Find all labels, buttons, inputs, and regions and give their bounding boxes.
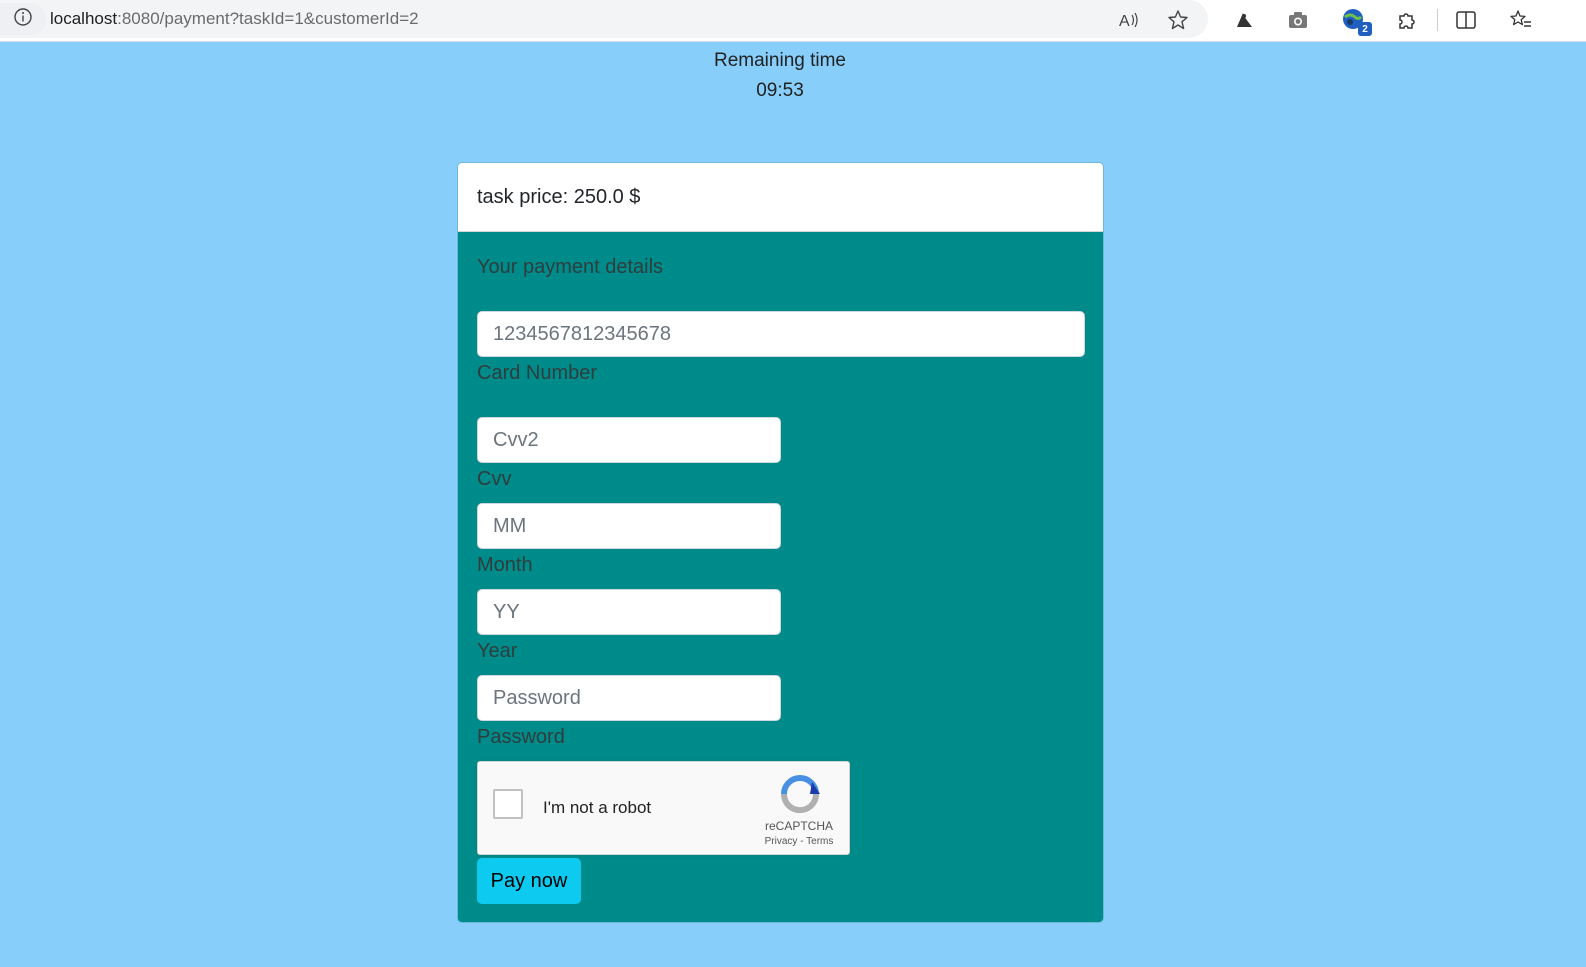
profile-globe-icon[interactable]: 2 [1340,6,1372,36]
year-label: Year [477,640,518,662]
password-input[interactable]: Password [477,675,781,721]
screenshot-camera-icon[interactable] [1284,6,1312,34]
favorites-list-icon[interactable] [1507,6,1535,34]
payment-details-title: Your payment details [477,256,664,278]
remaining-time: Remaining time 09:53 [0,46,1560,106]
read-aloud-icon[interactable]: A [1114,6,1142,34]
toolbar-divider [1437,9,1438,31]
browser-toolbar: localhost:8080/payment?taskId=1&customer… [0,0,1586,42]
payment-form: Your payment details 1234567812345678 Ca… [458,232,1103,922]
cvv-label: Cvv [477,468,512,490]
recaptcha-privacy-terms-link[interactable]: Privacy - Terms [750,836,848,847]
address-url[interactable]: localhost:8080/payment?taskId=1&customer… [50,9,419,29]
month-input[interactable]: MM [477,503,781,549]
recaptcha-brand: reCAPTCHA [764,819,833,833]
extensions-puzzle-icon[interactable] [1393,6,1421,34]
url-path: :8080/payment?taskId=1&customerId=2 [117,9,419,28]
svg-text:A: A [1119,13,1130,30]
year-input[interactable]: YY [477,589,781,635]
split-screen-icon[interactable] [1452,6,1480,34]
favorite-star-icon[interactable] [1164,6,1192,34]
recaptcha-logo-icon [778,774,822,814]
task-price: task price: 250.0 $ [458,163,1103,232]
recaptcha-checkbox[interactable] [493,789,523,819]
url-host: localhost [50,9,118,28]
site-info-button[interactable] [0,3,46,35]
extension-badge: 2 [1358,22,1372,36]
card-number-input[interactable]: 1234567812345678 [477,311,1085,357]
recaptcha-label: I'm not a robot [543,798,652,817]
card-number-label: Card Number [477,362,598,384]
extension-bird-icon[interactable] [1230,6,1258,34]
remaining-time-label: Remaining time [714,50,846,71]
cvv-input[interactable]: Cvv2 [477,417,781,463]
month-label: Month [477,554,533,576]
remaining-time-value: 09:53 [756,80,804,101]
payment-card: task price: 250.0 $ Your payment details… [457,162,1104,923]
password-label: Password [477,726,565,748]
recaptcha-widget: I'm not a robot reCAPTCHA Privacy - Term… [477,761,850,855]
pay-now-button[interactable]: Pay now [477,858,581,904]
info-icon [13,7,33,32]
